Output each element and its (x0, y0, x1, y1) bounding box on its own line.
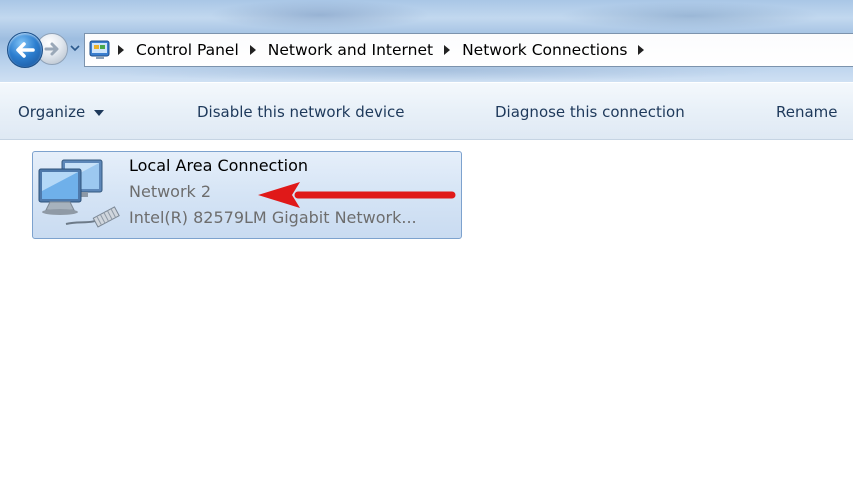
breadcrumb-separator-icon[interactable] (249, 45, 256, 55)
connection-name: Local Area Connection (129, 156, 308, 175)
red-arrow-icon (258, 182, 456, 208)
titlebar-glass (560, 2, 820, 30)
disable-device-label: Disable this network device (197, 103, 405, 121)
breadcrumb-network-connections[interactable]: Network Connections (462, 41, 627, 59)
chevron-down-icon (94, 110, 105, 116)
diagnose-connection-button[interactable]: Diagnose this connection (495, 83, 685, 141)
organize-button[interactable]: Organize (18, 83, 105, 141)
rename-label: Rename (776, 103, 838, 121)
disable-device-button[interactable]: Disable this network device (197, 83, 405, 141)
breadcrumb-separator-icon[interactable] (638, 45, 645, 55)
command-bar: Organize Disable this network device Dia… (0, 82, 853, 140)
connection-adapter: Intel(R) 82579LM Gigabit Network... (129, 208, 417, 227)
explorer-window: Control Panel Network and Internet Netwo… (0, 0, 853, 477)
back-button[interactable] (7, 32, 43, 68)
organize-label: Organize (18, 103, 86, 121)
breadcrumb-network-and-internet[interactable]: Network and Internet (268, 41, 433, 59)
back-arrow-icon (16, 42, 35, 58)
titlebar-glass (210, 0, 430, 30)
connection-network: Network 2 (129, 182, 212, 201)
breadcrumb-separator-icon[interactable] (444, 45, 451, 55)
network-connection-icon (38, 159, 120, 228)
breadcrumb-control-panel[interactable]: Control Panel (136, 41, 239, 59)
recent-pages-dropdown-icon[interactable] (70, 43, 80, 53)
rename-button[interactable]: Rename (776, 83, 838, 141)
breadcrumb-separator-icon[interactable] (118, 45, 124, 55)
control-panel-icon (89, 40, 110, 59)
breadcrumb: Control Panel Network and Internet Netwo… (116, 33, 656, 67)
diagnose-connection-label: Diagnose this connection (495, 103, 685, 121)
